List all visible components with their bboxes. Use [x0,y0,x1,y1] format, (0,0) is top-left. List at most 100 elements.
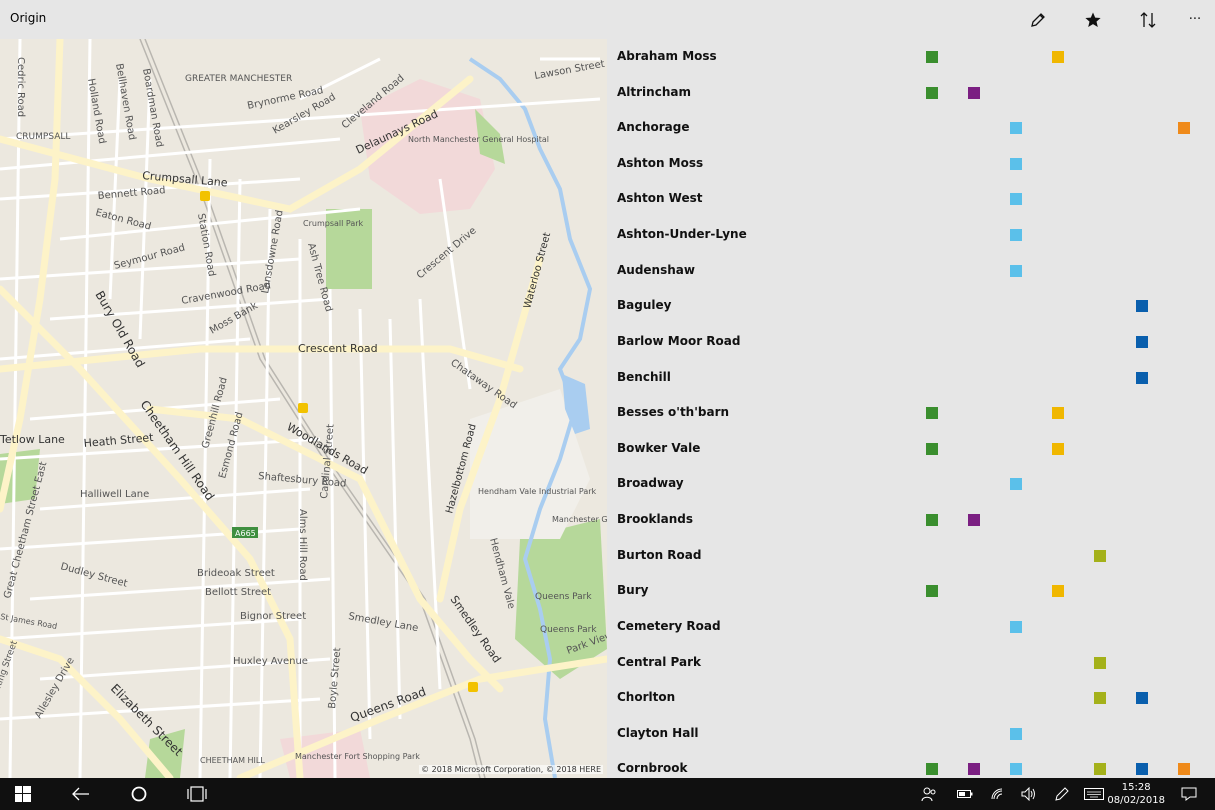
line-indicator-purple [968,514,980,527]
line-indicator-olive [1094,763,1106,776]
line-indicator-sky [1010,763,1022,776]
line-indicator-purple [968,763,980,776]
people-icon[interactable] [918,778,940,810]
stop-row[interactable]: Altrincham [607,75,1215,111]
line-indicator-yellow [1052,51,1064,63]
map-label: Manchester Fort Shopping Park [295,752,420,761]
sort-button[interactable] [1121,0,1175,39]
windows-icon [15,786,31,802]
map-view[interactable]: Cedric Road Holland Road Bellhaven Road … [0,39,607,778]
map-label: Brideoak Street [197,568,275,579]
stop-row[interactable]: Cemetery Road [607,609,1215,645]
map-label: Manchester General Cemetery [552,515,607,524]
system-clock[interactable]: 15:28 08/02/2018 [1107,781,1165,807]
stop-list[interactable]: Abraham Moss Altrincham Anchorage Ashton Mo… [607,39,1215,778]
stop-name: Cornbrook [617,761,688,776]
wifi-icon[interactable] [987,778,1009,810]
stop-row[interactable]: Brooklands [607,502,1215,538]
cortana-button[interactable] [124,778,154,810]
clock-time: 15:28 [1121,782,1151,793]
stop-name: Barlow Moor Road [617,333,741,348]
stop-name: Baguley [617,298,672,313]
map-label: Dudley Street [59,561,128,589]
stop-row[interactable]: Ashton West [607,181,1215,217]
map-label: Bennett Road [97,185,166,202]
favorite-button[interactable] [1066,0,1120,39]
stop-row[interactable]: Central Park [607,645,1215,681]
map-label: Smedley Lane [347,611,419,634]
line-indicator-blue [1136,763,1148,776]
stop-name: Broadway [617,476,684,491]
line-indicator-sky [1010,193,1022,206]
start-button[interactable] [8,778,38,810]
line-indicator-orange [1178,122,1190,135]
map-label: Bignor Street [240,611,306,622]
line-indicator-yellow [1052,585,1064,598]
map-label: A665 [235,529,256,538]
volume-icon[interactable] [1018,778,1040,810]
map-label: Huxley Avenue [233,656,308,667]
stop-row[interactable]: Barlow Moor Road [607,324,1215,360]
stop-row[interactable]: Besses o'th'barn [607,395,1215,431]
line-indicator-green [926,86,938,99]
notification-icon [1181,787,1197,801]
pen-icon[interactable] [1051,778,1073,810]
stop-name: Cemetery Road [617,618,721,633]
stop-row[interactable]: Abraham Moss [607,39,1215,75]
line-indicator-blue [1136,692,1148,705]
line-indicator-olive [1094,692,1106,705]
action-center-button[interactable] [1176,778,1202,810]
stop-name: Burton Road [617,547,702,562]
stop-row[interactable]: Baguley [607,288,1215,324]
stop-name: Abraham Moss [617,49,717,63]
star-icon [1085,12,1101,27]
stop-name: Besses o'th'barn [617,405,730,420]
stop-row[interactable]: Clayton Hall [607,716,1215,752]
stop-row[interactable]: Bowker Vale [607,431,1215,467]
map-label: Queens Park [535,592,592,602]
map-label: Halliwell Lane [80,489,149,500]
stop-row[interactable]: Chorlton [607,680,1215,716]
map-canvas: Cedric Road Holland Road Bellhaven Road … [0,39,607,778]
stop-row[interactable]: Ashton Moss [607,146,1215,182]
taskbar: 15:28 08/02/2018 [0,778,1215,810]
stop-name: Brooklands [617,512,694,527]
stop-row[interactable]: Benchill [607,360,1215,396]
map-copyright: © 2018 Microsoft Corporation, © 2018 HER… [419,765,603,774]
stop-name: Altrincham [617,84,691,99]
map-label: Smedley Road [448,593,504,665]
keyboard-icon[interactable] [1082,778,1106,810]
stop-name: Clayton Hall [617,725,699,740]
line-indicator-purple [968,86,980,99]
back-arrow-icon [72,787,89,801]
map-label: Queens Park [540,625,597,635]
line-indicator-yellow [1052,442,1064,455]
battery-icon[interactable] [954,778,976,810]
back-button[interactable] [66,778,96,810]
stop-row[interactable]: Cornbrook [607,751,1215,778]
map-label: Allesley Drive [33,656,77,721]
clock-date: 08/02/2018 [1107,795,1165,806]
stop-row[interactable]: Ashton-Under-Lyne [607,217,1215,253]
stop-row[interactable]: Audenshaw [607,253,1215,289]
line-indicator-sky [1010,478,1022,491]
line-indicator-green [926,514,938,527]
stop-name: Benchill [617,369,671,384]
line-indicator-olive [1094,549,1106,562]
map-label: CRUMPSALL [16,132,70,142]
stop-name: Audenshaw [617,262,695,277]
circle-icon [131,786,147,802]
page-title: Origin [10,11,47,25]
more-button[interactable]: ··· [1168,0,1215,39]
line-indicator-sky [1010,229,1022,242]
stop-row[interactable]: Broadway [607,466,1215,502]
line-indicator-green [926,407,938,420]
task-view-button[interactable] [182,778,212,810]
stop-row[interactable]: Burton Road [607,538,1215,574]
edit-button[interactable] [1011,0,1065,39]
map-label: Crescent Road [298,342,378,355]
line-indicator-sky [1010,122,1022,135]
map-label: Waterloo Street [522,231,553,309]
stop-row[interactable]: Anchorage [607,110,1215,146]
stop-row[interactable]: Bury [607,573,1215,609]
